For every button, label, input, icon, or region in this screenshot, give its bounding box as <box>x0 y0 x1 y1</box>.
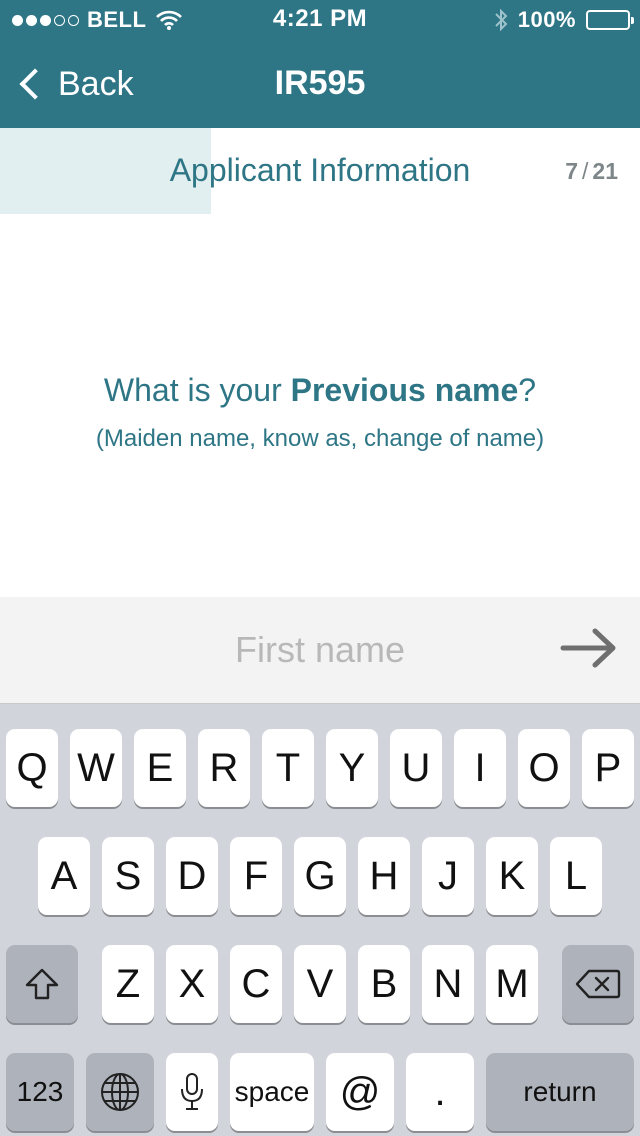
microphone-key[interactable] <box>166 1053 218 1131</box>
key-w[interactable]: W <box>70 729 122 807</box>
key-h[interactable]: H <box>358 837 410 915</box>
return-key[interactable]: return <box>486 1053 634 1131</box>
key-r[interactable]: R <box>198 729 250 807</box>
question-hint: (Maiden name, know as, change of name) <box>95 425 545 452</box>
section-title: Applicant Information <box>169 152 471 188</box>
step-current: 7 <box>565 158 579 184</box>
key-t[interactable]: T <box>262 729 314 807</box>
arrow-right-icon[interactable] <box>560 625 618 671</box>
key-i[interactable]: I <box>454 729 506 807</box>
status-bar: BELL 4:21 PM 100% <box>0 0 640 40</box>
keyboard: QWERTYUIOP ASDFGHJKL ZXCVBNM 123 space @… <box>0 704 640 1136</box>
battery-icon <box>586 10 634 30</box>
question-text: What is your Previous name? <box>0 372 640 409</box>
key-j[interactable]: J <box>422 837 474 915</box>
key-g[interactable]: G <box>294 837 346 915</box>
period-key[interactable]: . <box>406 1053 474 1131</box>
nav-title: IR595 <box>274 64 366 102</box>
delete-key[interactable] <box>562 945 634 1023</box>
key-p[interactable]: P <box>582 729 634 807</box>
key-e[interactable]: E <box>134 729 186 807</box>
question-prefix: What is your <box>103 372 291 408</box>
at-key[interactable]: @ <box>326 1053 394 1131</box>
key-y[interactable]: Y <box>326 729 378 807</box>
key-n[interactable]: N <box>422 945 474 1023</box>
question-emphasis: Previous name <box>290 372 519 408</box>
top-bar: BELL 4:21 PM 100% Back IR595 <box>0 0 640 128</box>
space-key[interactable]: space <box>230 1053 314 1131</box>
backspace-icon <box>575 969 621 999</box>
key-z[interactable]: Z <box>102 945 154 1023</box>
key-x[interactable]: X <box>166 945 218 1023</box>
microphone-icon <box>181 1073 203 1110</box>
step-total: 21 <box>592 158 618 184</box>
battery-percent: 100% <box>517 7 576 32</box>
section-header: Applicant Information 7/21 <box>0 128 640 214</box>
status-right: 100% <box>494 7 634 33</box>
key-s[interactable]: S <box>102 837 154 915</box>
question-suffix: ? <box>518 372 537 408</box>
key-m[interactable]: M <box>486 945 538 1023</box>
screen: BELL 4:21 PM 100% Back IR595 Applicant I… <box>0 0 640 1136</box>
shift-key[interactable] <box>6 945 78 1023</box>
globe-icon <box>101 1073 139 1111</box>
key-a[interactable]: A <box>38 837 90 915</box>
key-l[interactable]: L <box>550 837 602 915</box>
key-c[interactable]: C <box>230 945 282 1023</box>
key-b[interactable]: B <box>358 945 410 1023</box>
key-k[interactable]: K <box>486 837 538 915</box>
bluetooth-icon <box>495 8 508 32</box>
shift-icon <box>25 968 59 1000</box>
step-counter: 7/21 <box>565 158 618 185</box>
step-separator: / <box>582 158 589 184</box>
key-u[interactable]: U <box>390 729 442 807</box>
globe-key[interactable] <box>86 1053 154 1131</box>
key-o[interactable]: O <box>518 729 570 807</box>
key-v[interactable]: V <box>294 945 346 1023</box>
key-d[interactable]: D <box>166 837 218 915</box>
key-f[interactable]: F <box>230 837 282 915</box>
key-q[interactable]: Q <box>6 729 58 807</box>
input-bar <box>0 597 640 704</box>
numbers-key[interactable]: 123 <box>6 1053 74 1131</box>
first-name-input[interactable] <box>120 617 520 683</box>
